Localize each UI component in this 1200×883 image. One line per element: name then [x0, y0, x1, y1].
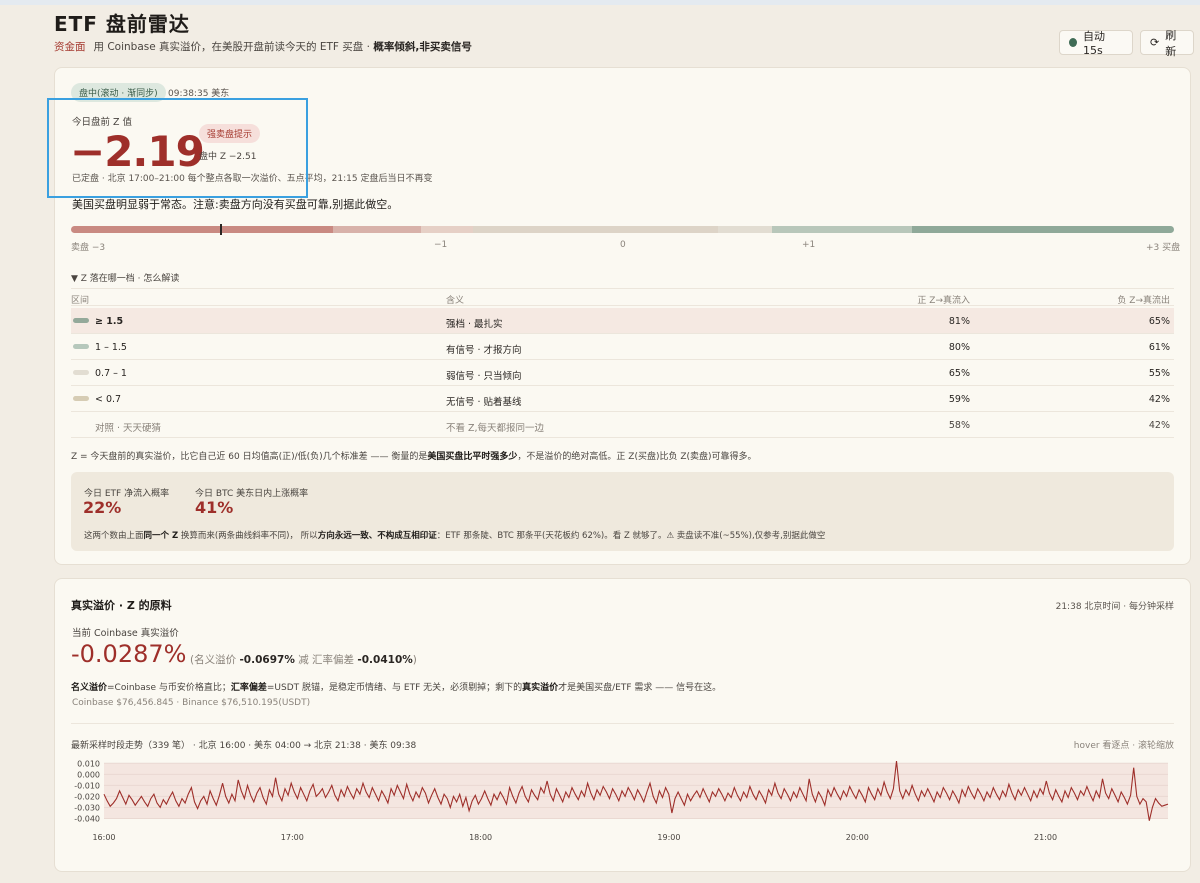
y-tick-label: 0.000 — [77, 770, 100, 779]
divider — [71, 723, 1174, 724]
z-explanation: Z = 今天盘前的真实溢价，比它自己近 60 日均值高(正)/低(负)几个标准差… — [71, 452, 757, 462]
row-swatch — [73, 396, 89, 401]
row-swatch — [73, 344, 89, 349]
x-tick-label: 16:00 — [92, 833, 115, 842]
scale-segment — [420, 226, 474, 233]
x-tick-label: 19:00 — [657, 833, 680, 842]
probability-note: 这两个数由上面同一个 Z 换算而来(两条曲线斜率不同)， 所以方向永远一致、不构… — [84, 531, 826, 541]
premium-value: -0.0287% — [71, 640, 187, 668]
scale-segment — [333, 226, 421, 233]
scale-segment — [71, 226, 214, 233]
x-tick-label: 18:00 — [469, 833, 492, 842]
table-row: < 0.7 无信号 · 贴着基线 59% 42% — [71, 386, 1174, 412]
scale-label-pos1: +1 — [802, 240, 816, 250]
premium-breakdown: (名义溢价 -0.0697% 减 汇率偏差 -0.0410%) — [190, 654, 417, 666]
x-tick-label: 20:00 — [846, 833, 869, 842]
refresh-icon: ⟳ — [1150, 36, 1160, 49]
scale-label-right: +3 买盘 — [1146, 243, 1181, 253]
trend-label: 最新采样时段走势（339 笔） · 北京 16:00 · 美东 04:00 → … — [71, 741, 417, 751]
scale-segment — [911, 226, 1174, 233]
trend-hint: hover 看逐点 · 滚轮缩放 — [1073, 741, 1174, 751]
premium-meta: 21:38 北京时间 · 每分钟采样 — [1055, 602, 1174, 612]
scale-segment — [213, 226, 334, 233]
y-tick-label: -0.040 — [74, 814, 100, 823]
scale-segment — [473, 226, 718, 233]
premium-title: 真实溢价 · Z 的原料 — [71, 599, 172, 612]
premium-desc: 名义溢价=Coinbase 与币安价格直比；汇率偏差=USDT 脱锚，是稳定币情… — [71, 683, 722, 693]
row-swatch — [73, 318, 89, 323]
scale-label-neg1: −1 — [434, 240, 448, 250]
table-row: 0.7 – 1 弱信号 · 只当倾向 65% 55% — [71, 360, 1174, 386]
table-row: ≥ 1.5 强档 · 最扎实 81% 65% — [71, 308, 1174, 334]
scale-segment — [771, 226, 912, 233]
status-dot-icon — [1069, 38, 1077, 47]
y-tick-label: -0.030 — [74, 803, 100, 812]
row-swatch — [73, 370, 89, 375]
etf-prob-value: 22% — [83, 498, 122, 517]
scale-segment — [717, 226, 772, 233]
table-toggle[interactable]: ▼ Z 落在哪一档 · 怎么解读 — [71, 271, 179, 284]
x-tick-label: 21:00 — [1034, 833, 1057, 842]
selection-highlight — [47, 98, 308, 198]
page-subtitle: 资金面用 Coinbase 真实溢价，在美股开盘前读今天的 ETF 买盘 · 概… — [54, 41, 472, 53]
chart-band — [104, 763, 1168, 819]
page-title: ETF 盘前雷达 — [54, 12, 190, 36]
top-strip — [0, 0, 1200, 5]
z-scale-bar — [71, 226, 1174, 233]
btc-prob-value: 41% — [195, 498, 234, 517]
scale-label-zero: 0 — [620, 240, 626, 250]
category-tag: 资金面 — [54, 41, 86, 53]
z-comment: 美国买盘明显弱于常态。注意:卖盘方向没有买盘可靠,别据此做空。 — [72, 198, 399, 211]
z-scale-marker — [220, 224, 222, 235]
table-row-baseline: 对照 · 天天硬猜 不看 Z,每天都报同一边 58% 42% — [71, 412, 1174, 438]
scale-label-left: 卖盘 −3 — [71, 243, 106, 253]
x-tick-label: 17:00 — [281, 833, 304, 842]
y-tick-label: -0.020 — [74, 792, 100, 801]
y-tick-label: 0.010 — [77, 759, 100, 768]
exchange-prices: Coinbase $76,456.845 · Binance $76,510.1… — [72, 698, 311, 708]
premium-trend-chart[interactable]: 0.010 0.000 -0.010 -0.020 -0.030 -0.040 16:00 1… — [60, 752, 1180, 848]
table-header: 区间 含义 正 Z→真流入 负 Z→真流出 — [71, 288, 1174, 306]
premium-current-label: 当前 Coinbase 真实溢价 — [72, 628, 179, 639]
refresh-button[interactable]: ⟳ 刷新 — [1140, 29, 1194, 58]
auto-refresh-toggle[interactable]: 自动 15s — [1059, 30, 1133, 57]
table-row: 1 – 1.5 有信号 · 才报方向 80% 61% — [71, 334, 1174, 360]
y-tick-label: -0.010 — [74, 781, 100, 790]
